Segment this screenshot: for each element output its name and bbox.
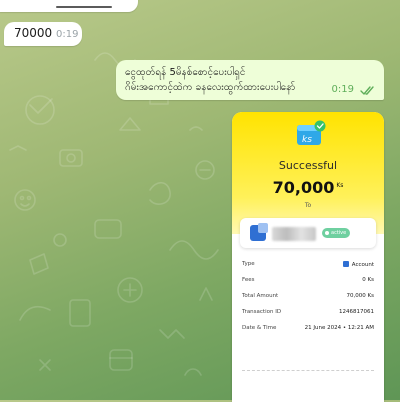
incoming-message-bubble[interactable]: 70000 0:19: [4, 22, 82, 46]
double-check-icon: [360, 86, 374, 95]
detail-key: Date & Time: [242, 325, 277, 331]
account-icon: [342, 261, 349, 267]
receipt-divider: [242, 370, 374, 371]
outgoing-message-time: 0:19: [331, 84, 354, 95]
message-preview-bar: [56, 6, 112, 8]
recipient-card: active: [240, 218, 376, 248]
wallet-logo-icon: ks: [297, 120, 326, 145]
detail-value: 21 June 2024 • 12:21 AM: [304, 325, 374, 331]
detail-value: 70,000 Ks: [346, 293, 374, 299]
detail-value: 0 Ks: [362, 277, 374, 283]
transfer-amount: 70,000 Ks: [232, 178, 384, 197]
outgoing-message-bubble[interactable]: ငွေထုတ်ရန် 5မိနစ်စောင့်ပေးပါရှင် ဂိမ်းအက…: [116, 60, 384, 100]
detail-key: Type: [242, 261, 255, 267]
recipient-status-badge: active: [322, 228, 351, 238]
outgoing-message-line-2: ဂိမ်းအကောင့်ထဲက ခနလေးထွက်ထားပေးပါနော်: [125, 82, 296, 93]
detail-value-text: Account: [351, 262, 374, 268]
wallet-logo-text: ks: [302, 135, 312, 145]
detail-row-fees: Fees 0 Ks: [232, 274, 384, 290]
detail-key: Transaction ID: [242, 309, 282, 315]
detail-row-type: Type Account: [232, 258, 384, 274]
incoming-message-text: 70000: [14, 26, 53, 40]
detail-value: Account: [342, 261, 374, 268]
detail-value: 1246817061: [339, 309, 374, 315]
outgoing-message-line-1: ငွေထုတ်ရန် 5မိနစ်စောင့်ပေးပါရှင်: [125, 67, 246, 78]
to-label: To: [304, 202, 312, 209]
previous-message-bubble[interactable]: [0, 0, 138, 12]
detail-key: Total Amount: [242, 293, 279, 299]
payment-receipt-image[interactable]: ks Successful 70,000 Ks To active Type Ac…: [232, 112, 384, 402]
receipt-header: ks Successful 70,000 Ks To: [232, 112, 384, 234]
recipient-avatar-badge: [258, 223, 268, 233]
detail-row-transaction-id: Transaction ID 1246817061: [232, 306, 384, 322]
recipient-name-redacted: [272, 227, 316, 241]
detail-row-total: Total Amount 70,000 Ks: [232, 290, 384, 306]
incoming-message-time: 0:19: [56, 29, 79, 40]
transaction-details: Type Account Fees 0 Ks Total Amount 70,0…: [232, 258, 384, 338]
amount-value: 70,000: [272, 178, 335, 197]
detail-row-date-time: Date & Time 21 June 2024 • 12:21 AM: [232, 322, 384, 338]
amount-unit: Ks: [336, 182, 344, 189]
detail-key: Fees: [242, 277, 255, 283]
transfer-status: Successful: [278, 159, 338, 172]
